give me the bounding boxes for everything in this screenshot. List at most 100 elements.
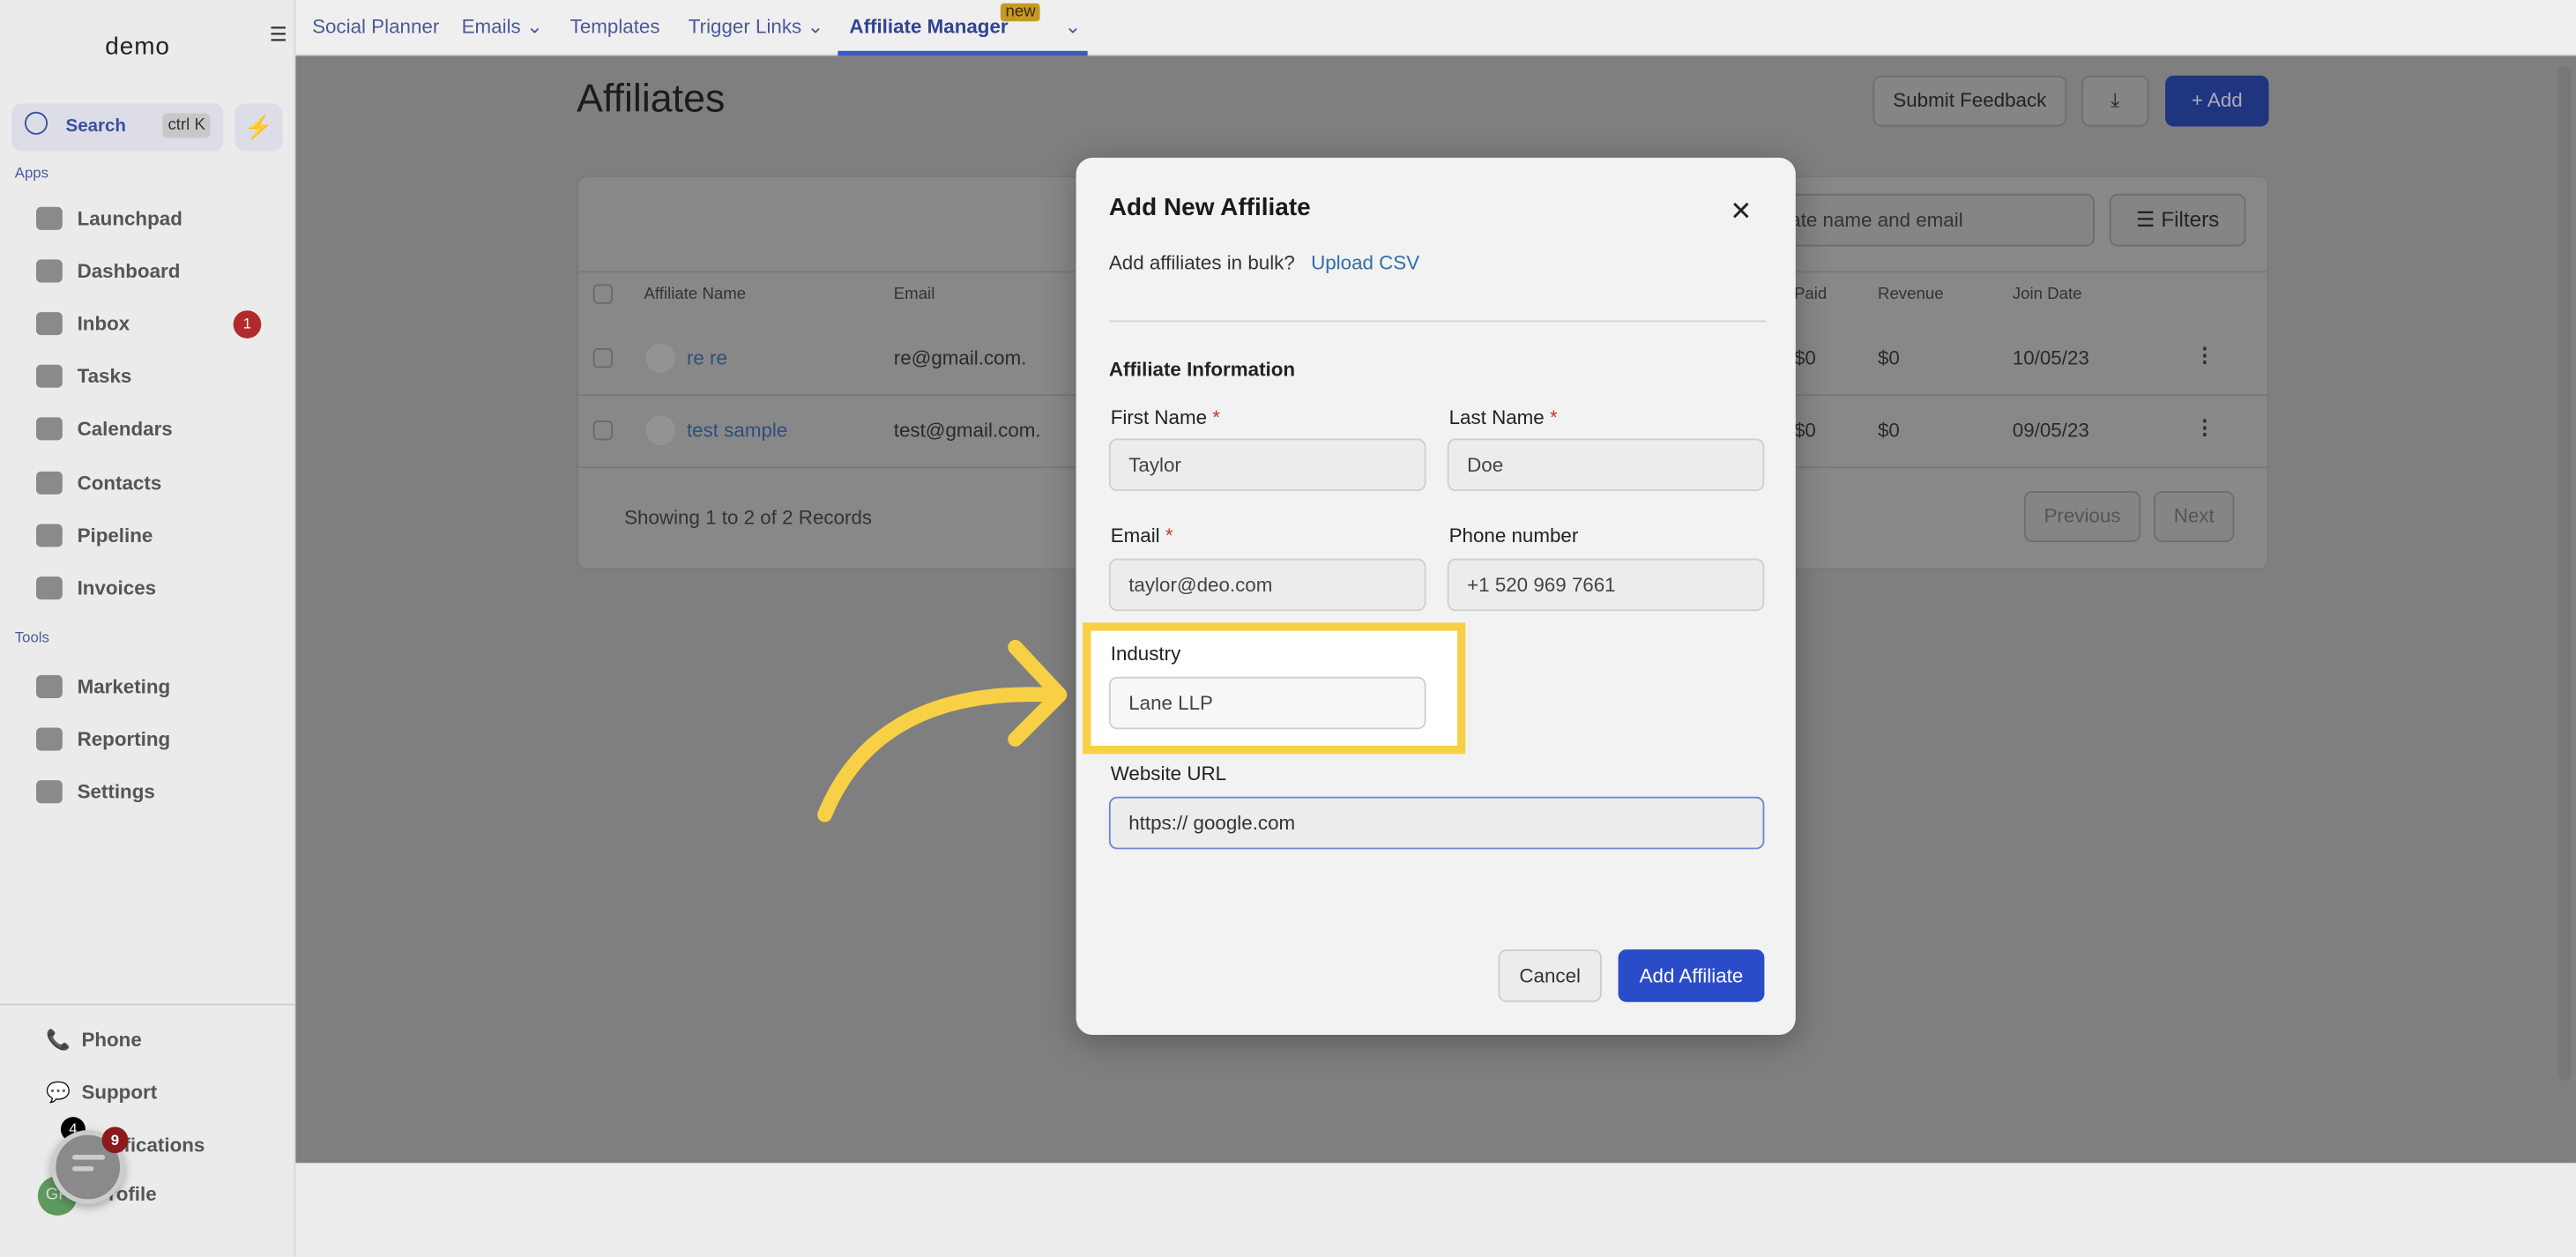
row-checkbox[interactable] (592, 420, 614, 441)
more-options-icon[interactable]: ⋮ (2195, 343, 2215, 366)
required-mark: * (1212, 405, 1220, 429)
sidebar-item-support[interactable]: 💬 Support (46, 1081, 157, 1104)
label: Last Name (1448, 405, 1545, 429)
search-shortcut: ctrl K (162, 113, 211, 138)
required-mark: * (1549, 405, 1558, 429)
apps-section-label: Apps (14, 164, 49, 181)
label: Filters (2161, 206, 2220, 232)
tab-emails[interactable]: Emails ⌄ (462, 15, 543, 38)
sidebar-item-pipeline[interactable]: Pipeline (35, 517, 153, 554)
previous-button[interactable]: Previous (2023, 491, 2141, 542)
sidebar-item-dashboard[interactable]: Dashboard (35, 253, 180, 289)
label: Invoices (77, 576, 157, 600)
select-all-checkbox[interactable] (592, 284, 614, 304)
download-icon[interactable]: ⤓ (2081, 75, 2149, 127)
sidebar-item-phone[interactable]: 📞 Phone (46, 1029, 142, 1052)
email: test@gmail.com. (893, 419, 1041, 443)
records-count: Showing 1 to 2 of 2 Records (624, 505, 873, 530)
sidebar-item-invoices[interactable]: Invoices (35, 570, 157, 606)
scrollbar[interactable] (2557, 65, 2572, 1082)
sidebar-item-calendars[interactable]: Calendars (35, 411, 173, 447)
add-affiliate-button[interactable]: Add Affiliate (1618, 949, 1765, 1002)
affiliate-name-link[interactable]: test sample (687, 419, 787, 442)
tools-section-label: Tools (14, 628, 49, 646)
avatar (645, 343, 675, 374)
logo: demo (105, 33, 170, 61)
join-date: 09/05/23 (2012, 419, 2089, 443)
sidebar-item-reporting[interactable]: Reporting (35, 721, 170, 757)
row-checkbox[interactable] (592, 348, 614, 368)
label: Tasks (77, 364, 132, 388)
tab-templates[interactable]: Templates (570, 15, 660, 38)
sidebar-item-marketing[interactable]: Marketing (35, 668, 170, 704)
avatar (645, 415, 675, 446)
more-options-icon[interactable]: ⋮ (2195, 415, 2215, 438)
cancel-button[interactable]: Cancel (1498, 949, 1602, 1002)
search-button[interactable]: Search ctrl K (11, 103, 224, 152)
submit-feedback-button[interactable]: Submit Feedback (1872, 75, 2067, 127)
contacts-icon (35, 471, 63, 495)
label: Contacts (77, 471, 162, 495)
label: Calendars (77, 417, 173, 441)
quick-actions-bolt-icon[interactable]: ⚡ (235, 103, 283, 152)
inbox-icon (35, 312, 63, 336)
label: Emails (461, 14, 521, 38)
tab-trigger-links[interactable]: Trigger Links ⌄ (689, 15, 823, 38)
website-label: Website URL (1110, 762, 1227, 785)
megaphone-icon (35, 674, 63, 698)
first-name-label: First Name * (1111, 405, 1220, 428)
label: Launchpad (77, 206, 182, 230)
phone-input[interactable]: +1 520 969 7661 (1447, 558, 1765, 612)
sidebar: demo ☰ Search ctrl K ⚡ Apps Launchpad Da… (0, 0, 296, 1257)
tab-affiliate-manager[interactable]: Affiliate Manager (849, 15, 1008, 38)
search-label: Search (65, 116, 126, 137)
sidebar-item-launchpad[interactable]: Launchpad (35, 200, 182, 236)
label: First Name (1110, 405, 1208, 429)
more-tabs-chevron-icon[interactable]: ⌄ (1065, 15, 1082, 38)
sidebar-item-inbox[interactable]: Inbox (35, 306, 130, 342)
industry-input[interactable]: Lane LLP (1108, 676, 1426, 730)
tab-social-planner[interactable]: Social Planner (312, 15, 439, 38)
sidebar-item-settings[interactable]: Settings (35, 774, 155, 810)
join-date: 10/05/23 (2012, 346, 2089, 370)
email-input[interactable]: taylor@deo.com (1108, 558, 1426, 612)
chat-badge: 9 (101, 1127, 129, 1154)
chevron-down-icon: ⌄ (807, 14, 824, 38)
first-name-input[interactable]: Taylor (1108, 438, 1426, 492)
column-header[interactable]: Email (894, 286, 935, 303)
column-header[interactable]: Paid (1794, 286, 1827, 303)
chat-icon (71, 1155, 106, 1160)
divider (0, 1003, 296, 1006)
required-mark: * (1165, 524, 1173, 547)
new-badge: new (1000, 3, 1041, 22)
sidebar-item-contacts[interactable]: Contacts (35, 465, 162, 501)
launchpad-icon (35, 206, 63, 230)
next-button[interactable]: Next (2154, 491, 2235, 542)
chat-icon-line (71, 1166, 94, 1171)
label: Email (1110, 524, 1160, 547)
invoices-icon (35, 576, 63, 600)
collapse-menu-icon[interactable]: ☰ (270, 23, 289, 46)
column-header[interactable]: Revenue (1878, 286, 1944, 303)
label: Support (81, 1081, 158, 1105)
inbox-badge: 1 (233, 310, 262, 338)
filters-button[interactable]: ☰ Filters (2109, 193, 2246, 247)
paid: $0 (1793, 346, 1816, 370)
email-label: Email * (1111, 524, 1173, 547)
column-header[interactable]: Join Date (2013, 286, 2082, 303)
industry-label: Industry (1110, 642, 1181, 666)
sidebar-item-tasks[interactable]: Tasks (35, 358, 132, 394)
revenue: $0 (1877, 419, 1900, 443)
divider (1108, 320, 1767, 323)
column-header[interactable]: Affiliate Name (644, 286, 746, 303)
website-input[interactable]: https:// google.com (1108, 796, 1765, 850)
affiliate-name-link[interactable]: re re (687, 346, 727, 369)
label: Settings (77, 780, 155, 804)
upload-csv-link[interactable]: Upload CSV (1311, 251, 1419, 274)
last-name-input[interactable]: Doe (1447, 438, 1765, 492)
label: Trigger Links (688, 14, 802, 38)
close-icon[interactable]: ✕ (1730, 196, 1752, 228)
add-button[interactable]: + Add (2165, 75, 2269, 127)
label: Phone (81, 1028, 142, 1052)
calendar-icon (35, 417, 63, 441)
